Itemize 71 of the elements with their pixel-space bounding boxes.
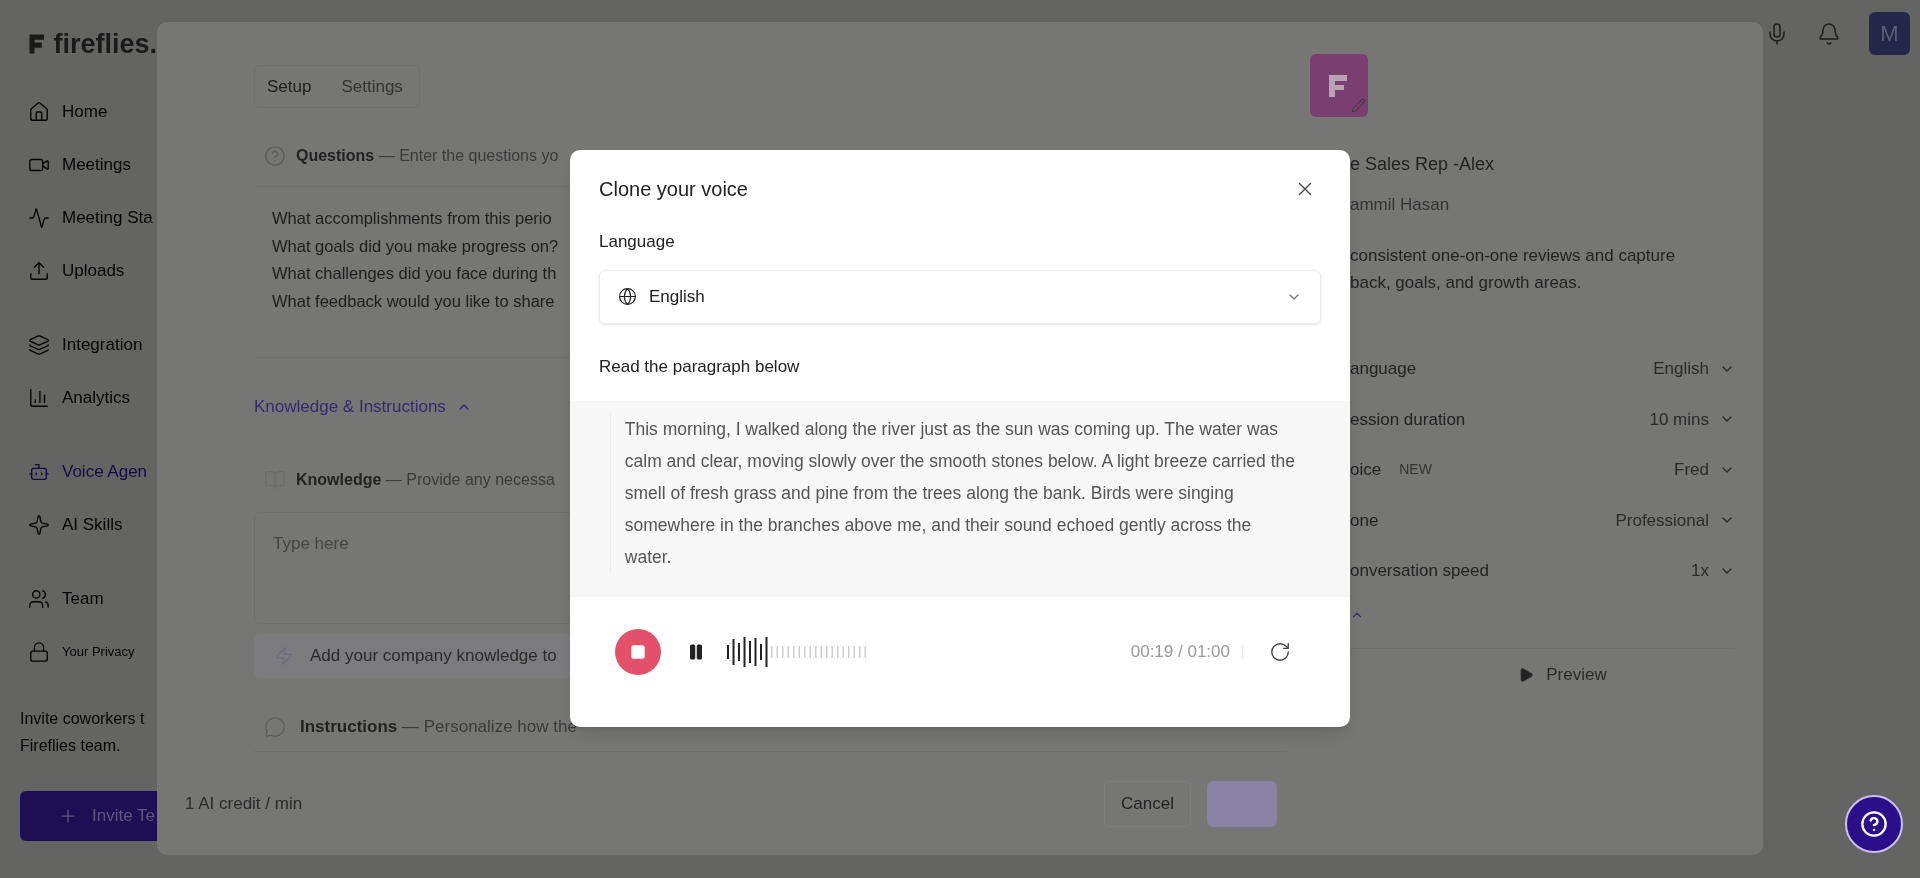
sidebar-item[interactable]: Voice Agen — [28, 448, 157, 495]
question-line: What challenges did you face during th — [272, 264, 557, 282]
setting-label: oice — [1350, 459, 1382, 481]
nav-icon — [28, 259, 50, 282]
notification-icon[interactable] — [1817, 21, 1841, 46]
question-icon — [264, 145, 286, 167]
setting-label: one — [1350, 509, 1379, 532]
sidebar-item[interactable]: Meetings — [28, 141, 157, 188]
pause-icon — [687, 643, 705, 661]
question-line: What goals did you make progress on? — [272, 236, 559, 255]
stop-button[interactable] — [615, 629, 661, 675]
sidebar-item[interactable]: Analytics — [28, 374, 157, 421]
setting-dropdown[interactable]: Professional — [1615, 507, 1735, 533]
pause-button[interactable] — [687, 643, 705, 661]
stop-icon — [630, 644, 646, 660]
section-toggle[interactable]: Knowledge & Instructions — [254, 394, 472, 420]
logo-icon — [1328, 73, 1350, 98]
setting-dropdown[interactable]: English — [1653, 356, 1735, 382]
setting-label: onversation speed — [1350, 560, 1489, 582]
logo-text: fireflies. — [53, 28, 157, 61]
invite-team-button[interactable]: Invite Te — [20, 790, 160, 841]
credit-text: 1 AI credit / min — [185, 793, 303, 816]
nav-icon — [28, 513, 50, 536]
paragraph-label: Read the paragraph below — [599, 355, 801, 378]
cancel-button[interactable]: Cancel — [1104, 781, 1191, 827]
dialog-title: Clone your voice — [599, 177, 748, 202]
setting-dropdown[interactable]: Fred — [1674, 457, 1735, 483]
questions-heading: Questions — Enter the questions yo — [296, 146, 559, 166]
agent-description: back, goals, and growth areas. — [1350, 271, 1583, 294]
nav-icon — [28, 333, 50, 356]
agent-description: consistent one-on-one reviews and capture — [1350, 244, 1677, 267]
restart-icon[interactable] — [1269, 641, 1291, 663]
setting-label: ession duration — [1350, 408, 1466, 431]
nav-icon — [28, 100, 50, 123]
nav-icon — [28, 386, 50, 409]
sidebar-item[interactable]: Uploads — [28, 247, 157, 294]
nav-icon — [28, 587, 50, 610]
chat-icon — [264, 716, 286, 738]
tab[interactable]: Settings — [341, 73, 403, 100]
setting-dropdown[interactable]: 10 mins — [1649, 406, 1735, 432]
globe-icon — [618, 287, 637, 306]
preview-button[interactable]: Preview — [1438, 657, 1607, 693]
language-label: Language — [599, 231, 676, 253]
invite-text: Invite coworkers t — [20, 708, 146, 729]
question-line: What feedback would you like to share — [272, 291, 555, 310]
help-button[interactable] — [1845, 795, 1903, 853]
nav-icon — [28, 640, 50, 663]
knowledge-tip: Add your company knowledge to — [310, 644, 557, 667]
recording-time: 00:19 / 01:00 — [1130, 641, 1230, 664]
reading-paragraph: This morning, I walked along the river just as the sun was coming up. The water was calm and clear, moving slowly over the smooth stones below. A light breeze carried the smell of fresh grass and pine from the trees along the bank. Birds were singing somewhere in the branches above me, and their sound echoed gently across the water. — [624, 418, 1296, 569]
agent-name: e Sales Rep -Alex — [1350, 153, 1496, 176]
agent-avatar[interactable] — [1310, 54, 1368, 117]
invite-text: Fireflies team. — [20, 735, 122, 756]
tab[interactable]: Setup — [267, 73, 312, 100]
knowledge-heading: Knowledge — Provide any necessa — [296, 469, 555, 490]
sidebar-item[interactable]: AI Skills — [28, 501, 157, 548]
sidebar-item[interactable]: Team — [28, 575, 157, 622]
sidebar-item[interactable]: Your Privacy — [28, 628, 157, 675]
instructions-heading: Instructions — Personalize how the — [300, 716, 577, 739]
sidebar-item[interactable]: Meeting Sta — [28, 194, 157, 241]
nav-icon — [28, 206, 50, 229]
sidebar-item[interactable]: Integration — [28, 321, 157, 368]
new-label: NEW — [1399, 460, 1432, 480]
question-line: What accomplishments from this perio — [272, 209, 552, 227]
language-select[interactable]: English — [599, 269, 1321, 324]
setting-dropdown[interactable]: 1x — [1691, 558, 1735, 584]
play-icon — [1518, 667, 1535, 683]
setting-label: anguage — [1350, 358, 1417, 380]
sidebar-item[interactable]: Home — [28, 88, 157, 135]
agent-owner: ammil Hasan — [1350, 194, 1451, 216]
help-icon — [1860, 810, 1888, 838]
